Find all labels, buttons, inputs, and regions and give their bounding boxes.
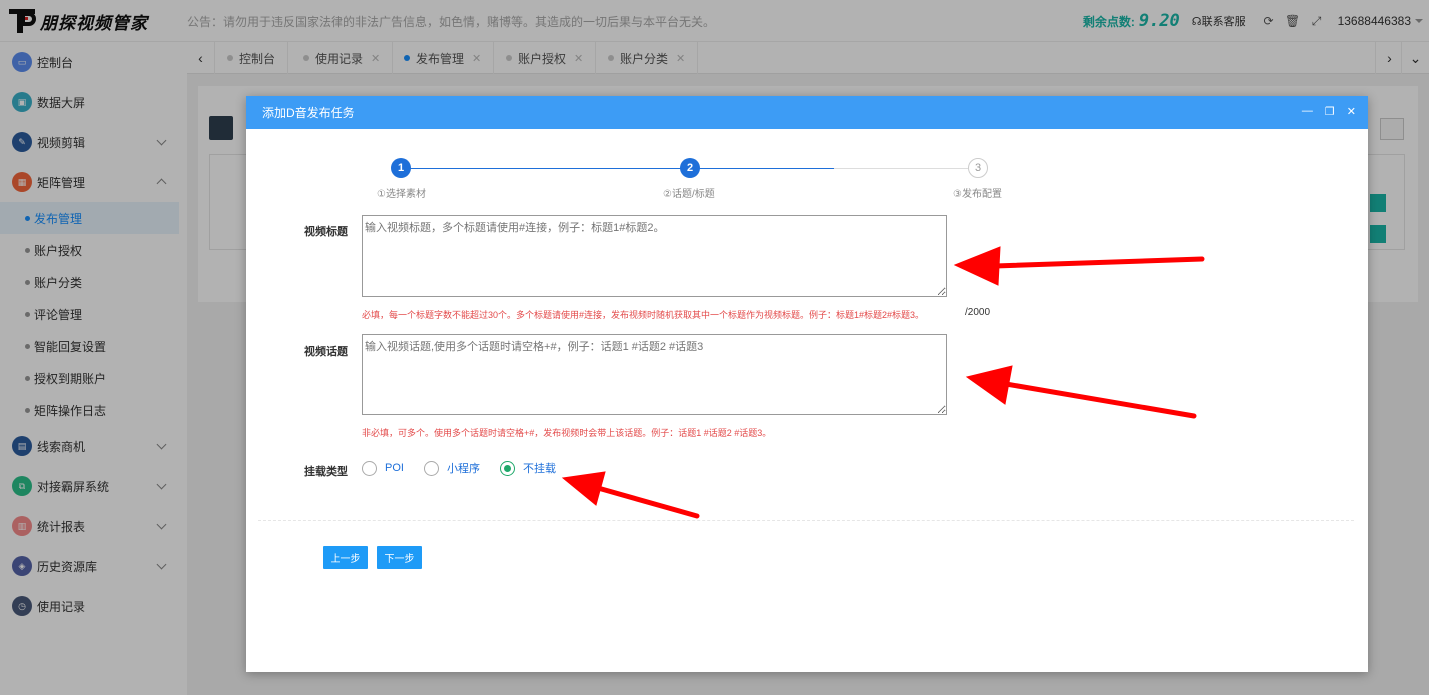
mount-type-label: 挂载类型 (304, 466, 348, 478)
radio-label: 小程序 (446, 463, 480, 475)
radio-poi[interactable]: POI (362, 460, 404, 476)
video-title-input[interactable] (362, 215, 947, 297)
next-step-button[interactable]: 下一步 (377, 546, 422, 569)
radio-label: POI (385, 462, 404, 474)
video-title-counter: /2000 (965, 307, 991, 318)
video-topic-hint: 非必填，可多个。使用多个话题时请空格+#，发布视频时会带上该话题。例子：话题1 … (362, 428, 772, 438)
step-3-label: ③发布配置 (953, 189, 1002, 200)
step-2-circle: 2 (680, 158, 700, 178)
dialog-title: 添加D音发布任务 (262, 106, 355, 120)
video-topic-label: 视频话题 (304, 346, 348, 358)
dialog-controls: — ❐ ✕ (1302, 105, 1356, 118)
radio-no-mount[interactable]: 不挂载 (499, 460, 556, 476)
radio-circle-icon (423, 460, 439, 476)
mount-type-radio-group: POI 小程序 不挂载 (362, 460, 576, 476)
video-topic-input[interactable] (362, 334, 947, 415)
close-icon[interactable]: ✕ (1347, 105, 1356, 118)
step-3-circle: 3 (968, 158, 988, 178)
radio-mini-program[interactable]: 小程序 (423, 460, 480, 476)
step-line-done (700, 168, 834, 169)
dialog-header: 添加D音发布任务 — ❐ ✕ (246, 96, 1368, 129)
step-1-label: ①选择素材 (377, 189, 426, 200)
step-line-todo (834, 168, 968, 169)
step-2-label: ②话题/标题 (663, 189, 715, 200)
step-1-circle: 1 (391, 158, 411, 178)
radio-circle-icon (362, 460, 377, 476)
radio-checked-icon (499, 460, 515, 476)
form-divider (258, 520, 1354, 521)
radio-label: 不挂载 (522, 463, 556, 475)
video-title-hint: 必填，每一个标题字数不能超过30个。多个标题请使用#连接，发布视频时随机获取其中… (362, 310, 925, 320)
step-indicator: 1 2 3 ①选择素材 ②话题/标题 ③发布配置 (246, 156, 1368, 200)
prev-step-button[interactable]: 上一步 (323, 546, 368, 569)
maximize-icon[interactable]: ❐ (1325, 105, 1335, 118)
add-publish-task-dialog: 添加D音发布任务 — ❐ ✕ 1 2 3 ①选择素材 ②话题/标题 ③发布配置 … (246, 96, 1368, 672)
minimize-icon[interactable]: — (1302, 105, 1313, 118)
video-title-label: 视频标题 (304, 226, 348, 238)
